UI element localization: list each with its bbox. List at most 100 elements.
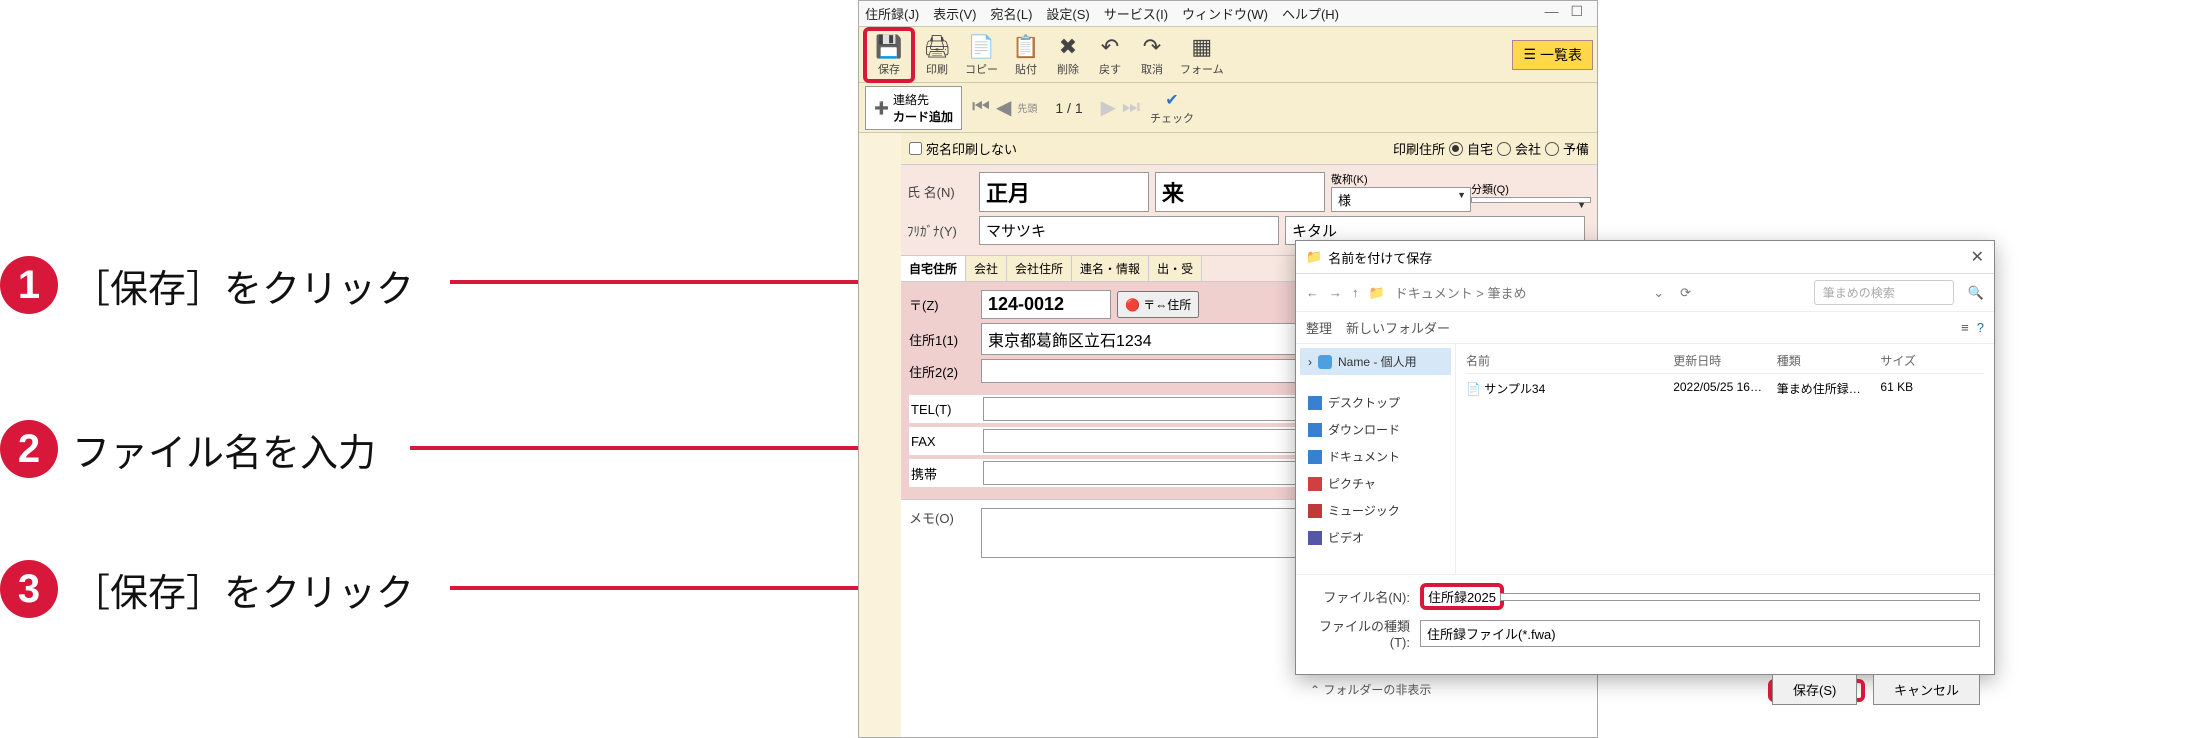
col-size[interactable]: サイズ [1880,352,1984,369]
file-type: 筆まめ住所録… [1777,380,1881,397]
paste-label: 貼付 [1015,61,1037,77]
menu-view[interactable]: 表示(V) [933,4,976,23]
paste-button[interactable]: 📋 貼付 [1006,31,1046,79]
side-music[interactable]: ミュージック [1300,497,1451,524]
list-item[interactable]: 📄 サンプル34 2022/05/25 16… 筆まめ住所録… 61 KB [1466,374,1984,403]
nav-up-icon[interactable]: ↑ [1352,285,1359,300]
minimize-icon[interactable]: — [1544,3,1558,20]
file-date: 2022/05/25 16… [1673,380,1777,397]
tab-joint-info[interactable]: 連名・情報 [1072,256,1149,281]
document-icon [1308,450,1322,464]
side-desktop[interactable]: デスクトップ [1300,389,1451,416]
noprint-checkbox[interactable] [909,142,922,155]
search-icon[interactable]: 🔍 [1968,285,1984,301]
filetype-dropdown[interactable]: 住所録ファイル(*.fwa) [1420,620,1980,647]
fax-label: FAX [911,434,983,449]
cardadd-label1: 連絡先 [893,91,953,108]
filetype-label: ファイルの種類(T): [1310,616,1420,650]
col-type[interactable]: 種類 [1777,352,1881,369]
paste-icon: 📋 [1012,33,1040,61]
step-badge: 1 [0,256,58,314]
dropdown-icon[interactable]: ⌄ [1653,285,1664,301]
col-date[interactable]: 更新日時 [1673,352,1777,369]
close-icon[interactable]: ✕ [1971,247,1984,267]
dialog-save-button[interactable]: 保存(S) [1772,674,1857,705]
nav-first[interactable]: ⏮ [972,96,990,119]
zip-input[interactable]: 124-0012 [981,290,1111,319]
menu-service[interactable]: サービス(I) [1104,4,1168,23]
name-last-input[interactable]: 正月 [979,172,1149,212]
nav-fwd-icon[interactable]: → [1329,285,1342,300]
step-text: ［保存］をクリック [72,562,414,617]
copy-button[interactable]: 📄 コピー [959,31,1004,79]
tab-company[interactable]: 会社 [966,256,1007,281]
nav-first-label: 先頭 [1017,100,1037,115]
furigana-last-input[interactable]: マサツキ [979,216,1279,245]
nav-last[interactable]: ⏭ [1122,96,1140,119]
keisho-dropdown[interactable]: 様 [1331,187,1471,212]
side-videos[interactable]: ビデオ [1300,524,1451,551]
instruction-step-2: 2 ファイル名を入力 [0,420,376,478]
file-list: 名前 更新日時 種類 サイズ 📄 サンプル34 2022/05/25 16… 筆… [1456,344,1994,574]
listview-button[interactable]: ☰ 一覧表 [1512,40,1593,70]
tab-company-addr[interactable]: 会社住所 [1007,256,1072,281]
menu-help[interactable]: ヘルプ(H) [1282,4,1339,23]
radio-company[interactable] [1497,142,1511,156]
filename-field-rest[interactable] [1500,593,1980,601]
printer-icon: 🖨 [923,33,951,61]
noprint-label: 宛名印刷しない [926,139,1017,158]
side-personal[interactable]: ›Name - 個人用 [1300,348,1451,375]
tab-home-addr[interactable]: 自宅住所 [901,256,966,281]
cardadd-label2: カード追加 [893,108,953,125]
step-text: ［保存］をクリック [72,258,414,313]
filename-input[interactable]: 住所録2025 [1428,590,1496,605]
zip-btn-label: 〒⇔住所 [1143,298,1191,312]
folder-fold-toggle[interactable]: ⌃ フォルダーの非表示 [1310,681,1431,698]
nav-back-icon[interactable]: ← [1306,285,1319,300]
side-documents[interactable]: ドキュメント [1300,443,1451,470]
help-icon[interactable]: ? [1977,320,1984,335]
nav-next[interactable]: ▶ [1101,95,1116,120]
search-input[interactable]: 筆まめの検索 [1814,280,1954,305]
menubar: 住所録(J) 表示(V) 宛名(L) 設定(S) サービス(I) ウィンドウ(W… [859,1,1597,27]
side-pictures[interactable]: ピクチャ [1300,470,1451,497]
copy-icon: 📄 [968,33,996,61]
redo-icon: ↷ [1138,33,1166,61]
view-icon[interactable]: ≡ [1961,320,1969,335]
save-button[interactable]: 💾 保存 [869,31,909,79]
redo-button[interactable]: ↷ 取消 [1132,31,1172,79]
tab-sent-recv[interactable]: 出・受 [1149,256,1202,281]
refresh-icon[interactable]: ⟳ [1674,285,1697,301]
col-name[interactable]: 名前 [1466,352,1673,369]
menu-atena[interactable]: 宛名(L) [991,4,1033,23]
menu-addressbook[interactable]: 住所録(J) [865,4,919,23]
delete-button[interactable]: ✖ 削除 [1048,31,1088,79]
dialog-cancel-button[interactable]: キャンセル [1873,674,1980,705]
nav-prev[interactable]: ◀ [996,95,1011,120]
bunrui-dropdown[interactable] [1471,197,1591,203]
maximize-icon[interactable]: ☐ [1570,3,1583,20]
toolbar: 💾 保存 🖨 印刷 📄 コピー 📋 貼付 ✖ 削除 ↶ 戻す ↷ 取消 [859,27,1597,83]
menu-window[interactable]: ウィンドウ(W) [1182,4,1268,23]
step-badge: 2 [0,420,58,478]
card-add-button[interactable]: ➕ 連絡先 カード追加 [865,86,962,130]
nav-subbar: ➕ 連絡先 カード追加 ⏮ ◀ 先頭 1 / 1 ▶ ⏭ ✔ チェック [859,83,1597,133]
newfolder-button[interactable]: 新しいフォルダー [1346,318,1450,337]
download-icon [1308,423,1322,437]
print-button[interactable]: 🖨 印刷 [917,31,957,79]
undo-button[interactable]: ↶ 戻す [1090,31,1130,79]
check-button[interactable]: ✔ チェック [1150,90,1194,126]
organize-button[interactable]: 整理 [1306,318,1332,337]
menu-settings[interactable]: 設定(S) [1046,4,1089,23]
breadcrumb[interactable]: ドキュメント > 筆まめ [1395,283,1527,302]
form-button[interactable]: ▦ フォーム [1174,31,1230,79]
zip-label: 〒(Z) [909,295,981,314]
radio-home[interactable] [1449,142,1463,156]
side-downloads[interactable]: ダウンロード [1300,416,1451,443]
file-icon: 📄 [1466,382,1481,396]
name-first-input[interactable]: 来 [1155,172,1325,212]
zip-lookup-button[interactable]: 🔴 〒⇔住所 [1117,291,1199,318]
window-controls: — ☐ [1544,3,1583,20]
floppy-icon: 💾 [875,33,903,61]
radio-spare[interactable] [1545,142,1559,156]
